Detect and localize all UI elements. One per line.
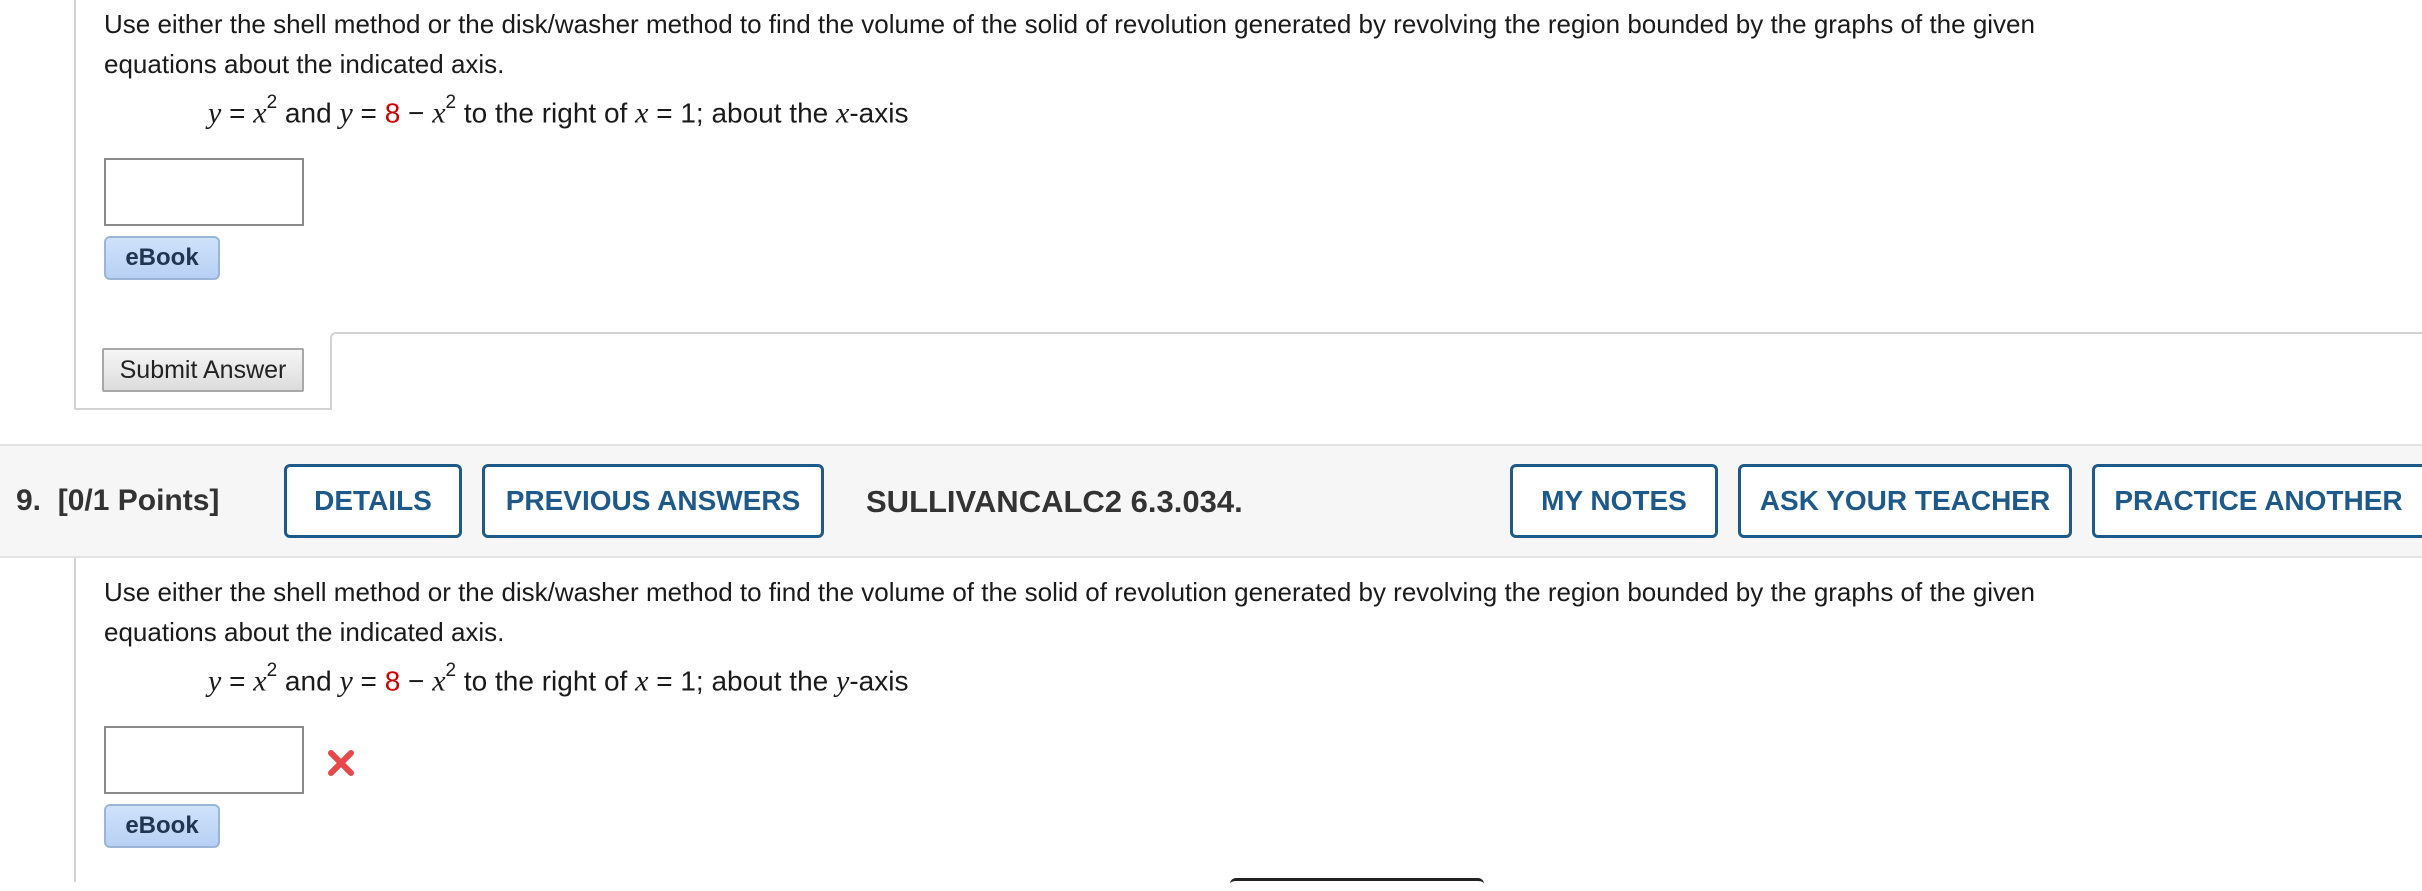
my-notes-button[interactable]: MY NOTES [1510, 464, 1718, 538]
var-x: x [432, 664, 446, 698]
var-x: x [253, 96, 267, 130]
var-y: y [208, 664, 222, 698]
question-code: SULLIVANCALC2 6.3.034. [866, 484, 1243, 519]
question8-answer-input[interactable] [104, 158, 304, 226]
equals: = [352, 97, 385, 129]
constant-value: 8 [384, 665, 401, 697]
axis-var: x [836, 96, 850, 130]
question-points: [0/1 Points] [57, 484, 220, 517]
about-text: = 1; about the [648, 665, 837, 697]
constant-value: 8 [384, 97, 401, 129]
incorrect-x-icon [328, 750, 354, 776]
about-text: = 1; about the [648, 97, 837, 129]
var-y: y [339, 664, 353, 698]
var-x: x [253, 664, 267, 698]
minus: − [400, 665, 433, 697]
question9-ebook-button[interactable]: eBook [104, 804, 220, 848]
and-text: and [277, 665, 340, 697]
var-y: y [339, 96, 353, 130]
question9-prompt-line1: Use either the shell method or the disk/… [104, 577, 2035, 607]
cutoff-element-top-edge [1230, 878, 1484, 891]
question9-prompt-line2: equations about the indicated axis. [104, 617, 505, 647]
question-number: 9. [16, 484, 42, 517]
right-of-text: to the right of [456, 97, 636, 129]
question8-panel-border-left [74, 0, 76, 408]
details-button[interactable]: DETAILS [284, 464, 462, 538]
ask-your-teacher-button[interactable]: ASK YOUR TEACHER [1738, 464, 2072, 538]
and-text: and [277, 97, 340, 129]
var-x: x [635, 96, 649, 130]
question8-panel-border-bottom [74, 408, 332, 410]
var-x: x [432, 96, 446, 130]
axis-suffix: -axis [849, 665, 909, 697]
question9-title: 9. [0/1 Points] [16, 484, 219, 518]
exponent: 2 [445, 660, 457, 681]
question8-ebook-button[interactable]: eBook [104, 236, 220, 280]
axis-var: y [836, 664, 850, 698]
right-of-text: to the right of [456, 665, 636, 697]
previous-answers-button[interactable]: PREVIOUS ANSWERS [482, 464, 824, 538]
exponent: 2 [266, 660, 278, 681]
equals: = [221, 665, 254, 697]
question8-prompt: Use either the shell method or the disk/… [104, 4, 2404, 84]
question8-prompt-line2: equations about the indicated axis. [104, 49, 505, 79]
question9-equation: y = x2 and y = 8 − x2 to the right of x … [208, 660, 909, 698]
var-y: y [208, 96, 222, 130]
minus: − [400, 97, 433, 129]
question8-submit-area-border [330, 332, 2422, 410]
practice-another-button[interactable]: PRACTICE ANOTHER [2092, 464, 2422, 538]
submit-answer-button[interactable]: Submit Answer [102, 348, 304, 392]
exponent: 2 [445, 92, 457, 113]
exponent: 2 [266, 92, 278, 113]
question9-prompt: Use either the shell method or the disk/… [104, 572, 2404, 652]
axis-suffix: -axis [849, 97, 909, 129]
question9-answer-input[interactable] [104, 726, 304, 794]
var-x: x [635, 664, 649, 698]
question8-equation: y = x2 and y = 8 − x2 to the right of x … [208, 92, 909, 130]
question8-prompt-line1: Use either the shell method or the disk/… [104, 9, 2035, 39]
equals: = [352, 665, 385, 697]
equals: = [221, 97, 254, 129]
question9-panel-border-left [74, 558, 76, 882]
